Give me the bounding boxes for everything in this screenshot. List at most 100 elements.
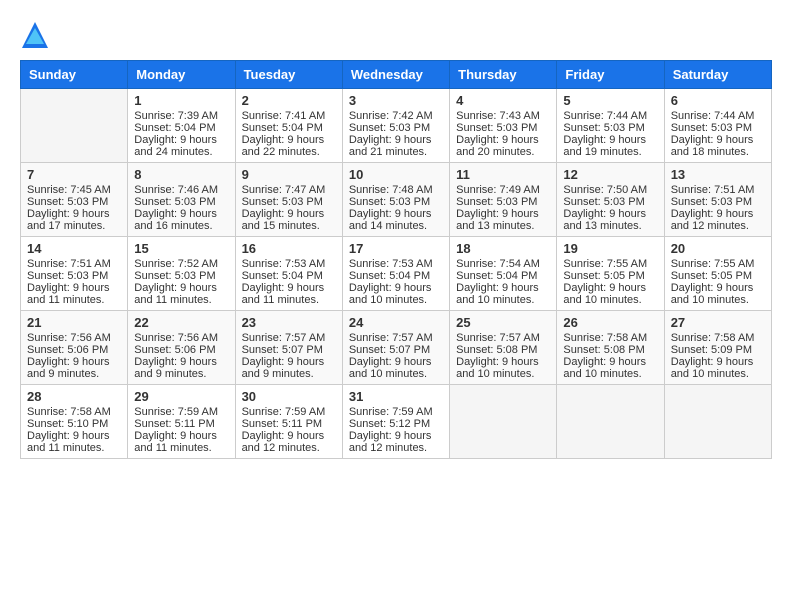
- day-info: Sunset: 5:05 PM: [563, 270, 657, 282]
- day-info: Daylight: 9 hours: [456, 282, 550, 294]
- day-info: and 12 minutes.: [671, 220, 765, 232]
- day-info: Daylight: 9 hours: [563, 282, 657, 294]
- day-info: Daylight: 9 hours: [456, 134, 550, 146]
- calendar-cell: 25Sunrise: 7:57 AMSunset: 5:08 PMDayligh…: [450, 311, 557, 385]
- day-info: Sunrise: 7:44 AM: [671, 110, 765, 122]
- day-info: Sunset: 5:03 PM: [242, 196, 336, 208]
- day-info: Daylight: 9 hours: [27, 430, 121, 442]
- day-info: and 21 minutes.: [349, 146, 443, 158]
- day-number: 5: [563, 93, 657, 108]
- day-info: and 20 minutes.: [456, 146, 550, 158]
- day-info: Sunset: 5:04 PM: [242, 122, 336, 134]
- weekday-header-row: SundayMondayTuesdayWednesdayThursdayFrid…: [21, 61, 772, 89]
- day-info: Sunrise: 7:57 AM: [349, 332, 443, 344]
- calendar-cell: 12Sunrise: 7:50 AMSunset: 5:03 PMDayligh…: [557, 163, 664, 237]
- calendar-cell: 8Sunrise: 7:46 AMSunset: 5:03 PMDaylight…: [128, 163, 235, 237]
- day-info: and 13 minutes.: [456, 220, 550, 232]
- day-info: and 11 minutes.: [134, 294, 228, 306]
- day-info: and 10 minutes.: [671, 294, 765, 306]
- calendar-cell: 10 Sunrise: 7:48 AMSunset: 5:03 PMDayligh…: [342, 163, 449, 237]
- day-number: 20: [671, 241, 765, 256]
- day-number: 13: [671, 167, 765, 182]
- day-number: 18: [456, 241, 550, 256]
- day-info: and 9 minutes.: [27, 368, 121, 380]
- calendar-cell: 9Sunrise: 7:47 AMSunset: 5:03 PMDaylight…: [235, 163, 342, 237]
- day-info: and 13 minutes.: [563, 220, 657, 232]
- calendar-cell: 17Sunrise: 7:53 AMSunset: 5:04 PMDayligh…: [342, 237, 449, 311]
- day-info: and 10 minutes.: [349, 294, 443, 306]
- calendar-cell: 3Sunrise: 7:42 AMSunset: 5:03 PMDaylight…: [342, 89, 449, 163]
- calendar-cell: 21Sunrise: 7:56 AMSunset: 5:06 PMDayligh…: [21, 311, 128, 385]
- day-info: Sunrise: 7:59 AM: [242, 406, 336, 418]
- day-info: Sunset: 5:03 PM: [456, 122, 550, 134]
- day-info: Sunset: 5:03 PM: [134, 196, 228, 208]
- calendar-cell: [557, 385, 664, 459]
- day-info: Daylight: 9 hours: [671, 208, 765, 220]
- day-info: Daylight: 9 hours: [671, 282, 765, 294]
- day-info: Daylight: 9 hours: [242, 282, 336, 294]
- day-info: Daylight: 9 hours: [134, 282, 228, 294]
- day-info: Daylight: 9 hours: [349, 356, 443, 368]
- day-info: Daylight: 9 hours: [349, 208, 443, 220]
- day-info: and 9 minutes.: [134, 368, 228, 380]
- weekday-header: Thursday: [450, 61, 557, 89]
- calendar-cell: 14Sunrise: 7:51 AMSunset: 5:03 PMDayligh…: [21, 237, 128, 311]
- weekday-header: Tuesday: [235, 61, 342, 89]
- day-info: Sunset: 5:03 PM: [671, 122, 765, 134]
- day-info: Sunrise: 7:52 AM: [134, 258, 228, 270]
- calendar-cell: [21, 89, 128, 163]
- day-number: 1: [134, 93, 228, 108]
- day-number: 23: [242, 315, 336, 330]
- day-info: and 11 minutes.: [27, 442, 121, 454]
- day-info: Daylight: 9 hours: [134, 356, 228, 368]
- day-info: and 14 minutes.: [349, 220, 443, 232]
- day-info: Sunrise: 7:48 AM: [349, 184, 443, 196]
- calendar-week-row: 1Sunrise: 7:39 AMSunset: 5:04 PMDaylight…: [21, 89, 772, 163]
- day-info: Daylight: 9 hours: [563, 134, 657, 146]
- day-info: and 11 minutes.: [134, 442, 228, 454]
- day-info: Daylight: 9 hours: [563, 356, 657, 368]
- day-info: Sunset: 5:12 PM: [349, 418, 443, 430]
- calendar-cell: 27Sunrise: 7:58 AMSunset: 5:09 PMDayligh…: [664, 311, 771, 385]
- day-number: 19: [563, 241, 657, 256]
- day-info: Sunset: 5:03 PM: [349, 196, 443, 208]
- day-info: Daylight: 9 hours: [563, 208, 657, 220]
- calendar-week-row: 7Sunrise: 7:45 AMSunset: 5:03 PMDaylight…: [21, 163, 772, 237]
- day-info: Sunrise: 7:59 AM: [349, 406, 443, 418]
- day-info: Sunrise: 7:57 AM: [456, 332, 550, 344]
- calendar-cell: 2Sunrise: 7:41 AMSunset: 5:04 PMDaylight…: [235, 89, 342, 163]
- calendar-cell: [450, 385, 557, 459]
- day-info: Daylight: 9 hours: [456, 356, 550, 368]
- day-number: 3: [349, 93, 443, 108]
- day-info: Sunset: 5:11 PM: [242, 418, 336, 430]
- day-info: Sunrise: 7:56 AM: [27, 332, 121, 344]
- weekday-header: Sunday: [21, 61, 128, 89]
- day-info: Sunset: 5:09 PM: [671, 344, 765, 356]
- day-info: and 11 minutes.: [242, 294, 336, 306]
- day-number: 4: [456, 93, 550, 108]
- logo-icon: [20, 20, 50, 50]
- day-info: Daylight: 9 hours: [134, 430, 228, 442]
- calendar-cell: 7Sunrise: 7:45 AMSunset: 5:03 PMDaylight…: [21, 163, 128, 237]
- calendar-cell: 13Sunrise: 7:51 AMSunset: 5:03 PMDayligh…: [664, 163, 771, 237]
- day-number: 10: [349, 167, 443, 182]
- calendar-cell: 22Sunrise: 7:56 AMSunset: 5:06 PMDayligh…: [128, 311, 235, 385]
- day-info: Sunrise: 7:54 AM: [456, 258, 550, 270]
- day-info: Sunset: 5:06 PM: [27, 344, 121, 356]
- calendar-cell: 24Sunrise: 7:57 AMSunset: 5:07 PMDayligh…: [342, 311, 449, 385]
- day-info: Sunrise: 7:55 AM: [563, 258, 657, 270]
- day-info: and 17 minutes.: [27, 220, 121, 232]
- day-info: and 22 minutes.: [242, 146, 336, 158]
- day-info: and 15 minutes.: [242, 220, 336, 232]
- calendar-cell: 26Sunrise: 7:58 AMSunset: 5:08 PMDayligh…: [557, 311, 664, 385]
- day-info: Sunrise: 7:58 AM: [563, 332, 657, 344]
- day-info: Sunset: 5:07 PM: [349, 344, 443, 356]
- day-info: Daylight: 9 hours: [349, 282, 443, 294]
- day-info: Daylight: 9 hours: [27, 356, 121, 368]
- day-info: and 10 minutes.: [563, 294, 657, 306]
- calendar-week-row: 21Sunrise: 7:56 AMSunset: 5:06 PMDayligh…: [21, 311, 772, 385]
- day-info: Sunset: 5:04 PM: [349, 270, 443, 282]
- calendar-cell: 23Sunrise: 7:57 AMSunset: 5:07 PMDayligh…: [235, 311, 342, 385]
- day-info: Sunrise: 7:47 AM: [242, 184, 336, 196]
- day-number: 27: [671, 315, 765, 330]
